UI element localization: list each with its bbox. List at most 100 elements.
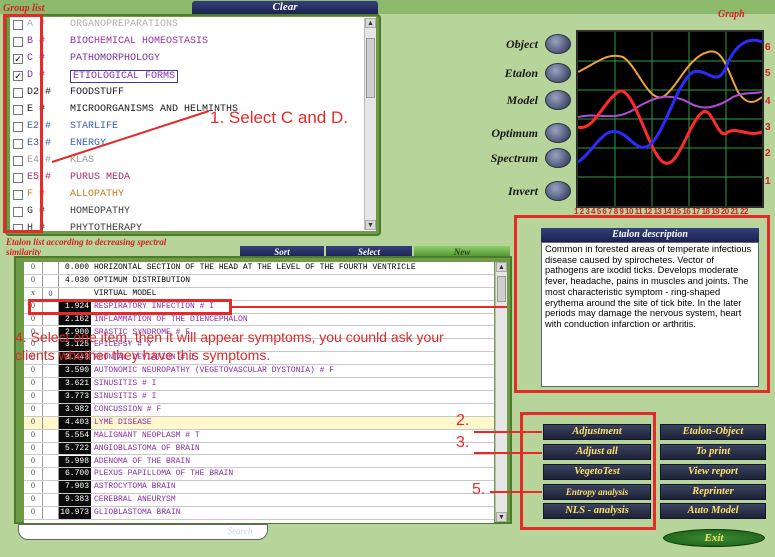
row-mark: 0: [24, 481, 43, 494]
row-mark: 0: [24, 455, 43, 468]
model-button[interactable]: [545, 90, 571, 110]
etalon-row[interactable]: 0 3.773 SINUSITIS # I: [24, 391, 494, 404]
group-list-item[interactable]: G # HOMEOPATHY: [10, 204, 370, 221]
row-value: 0.000: [64, 263, 89, 272]
row-flag: [43, 378, 59, 390]
axis-tick-r3: 4: [765, 96, 771, 107]
group-list-item[interactable]: B # BIOCHEMICAL HOMEOSTASIS: [10, 34, 370, 51]
optimum-label: Optimum: [491, 126, 538, 140]
etalon-list-scrollbar[interactable]: ▲ ▼: [495, 262, 507, 522]
etalon-row[interactable]: 0 10.973 GLIOBLASTOMA BRAIN: [24, 507, 494, 520]
group-name: ALLOPATHY: [70, 189, 125, 200]
etalon-row[interactable]: 0 5.998 ADENOMA OF THE BRAIN: [24, 455, 494, 469]
row-flag: [43, 416, 59, 429]
row-name: SINUSITIS # I: [94, 392, 157, 401]
row-mark: 0: [24, 494, 43, 507]
row-flag: 0: [43, 287, 59, 300]
etalon-button[interactable]: [545, 63, 571, 83]
group-list-scrollbar[interactable]: ▲ ▼: [364, 18, 376, 230]
scroll-down-icon[interactable]: ▼: [496, 512, 507, 522]
etalon-row[interactable]: 0 3.590 AUTONOMIC NEUROPATHY (VEGETOVASCUL…: [24, 365, 494, 379]
scroll-thumb[interactable]: [366, 38, 375, 98]
spectrum-button[interactable]: [545, 148, 571, 168]
reprinter-button[interactable]: Reprinter: [660, 484, 766, 500]
model-label: Model: [506, 93, 538, 107]
group-list-item[interactable]: H # PHYTOTHERAPY: [10, 221, 370, 231]
clear-button[interactable]: Clear: [192, 1, 378, 14]
scroll-up-icon[interactable]: ▲: [365, 18, 376, 28]
row-value: 5.998: [59, 455, 91, 468]
group-name: BIOCHEMICAL HOMEOSTASIS: [70, 36, 209, 47]
group-name: FOODSTUFF: [70, 87, 125, 98]
etalon-row[interactable]: 0 6.700 PLEXUS PAPILLOMA OF THE BRAIN: [24, 468, 494, 482]
auto-model-button[interactable]: Auto Model: [660, 503, 766, 519]
annotation-step1: 1. Select C and D.: [210, 108, 348, 127]
row-flag: [43, 455, 59, 468]
group-list-item[interactable]: ✓ C # PATHOMORPHOLOGY: [10, 51, 370, 68]
group-list-item[interactable]: D2 # FOODSTUFF: [10, 85, 370, 102]
graph-label: Graph: [718, 9, 745, 20]
optimum-button[interactable]: [545, 123, 571, 143]
row-flag: [43, 494, 59, 507]
etalon-row[interactable]: 0 5.722 ANGIOBLASTOMA OF BRAIN: [24, 442, 494, 456]
row-value: 2.162: [59, 313, 91, 326]
graph-panel: [576, 30, 764, 208]
invert-button[interactable]: [545, 181, 571, 201]
row-name: HORIZONTAL SECTION OF THE HEAD AT THE LE…: [94, 263, 416, 272]
row-flag: [43, 507, 59, 519]
row-name: VIRTUAL MODEL: [94, 288, 157, 298]
row-value: [59, 288, 91, 300]
row-flag: [43, 391, 59, 403]
row-mark: 0: [24, 313, 43, 326]
annotation-box-buttons: [520, 412, 656, 530]
etalon-row[interactable]: 0 3.621 SINUSITIS # I: [24, 378, 494, 391]
row-mark: 0: [24, 429, 43, 442]
scroll-down-icon[interactable]: ▼: [365, 220, 376, 230]
etalon-row[interactable]: 0 0.000 HORIZONTAL SECTION OF THE HEAD AT …: [24, 262, 494, 275]
etalon-row[interactable]: 0 3.982 CONCUSSION # F: [24, 403, 494, 417]
etalon-row[interactable]: 0 4.403 LYME DISEASE: [24, 416, 494, 430]
exit-button[interactable]: Exit: [663, 529, 765, 547]
group-list-item[interactable]: E4 # KLAS: [10, 153, 370, 170]
etalon-row[interactable]: 0 2.162 INFLAMMATION OF THE DIENCEPHALON: [24, 313, 494, 327]
row-value: 4.403: [59, 416, 91, 429]
group-list-item[interactable]: E5 # PURUS MEDA: [10, 170, 370, 187]
view-report-button[interactable]: View report: [660, 464, 766, 480]
scroll-up-icon[interactable]: ▲: [496, 262, 507, 272]
etalon-row[interactable]: 0 7.903 ASTROCYTOMA BRAIN: [24, 481, 494, 495]
etalon-row[interactable]: 0 5.554 MALIGNANT NEOPLASM # T: [24, 429, 494, 443]
row-value: 7.903: [59, 481, 91, 494]
etalon-row[interactable]: 0 4.030 OPTIMUM DISTRIBUTION: [24, 274, 494, 288]
etalon-row[interactable]: 0 9.383 CEREBRAL ANEURYSM: [24, 494, 494, 508]
etalon-object-button[interactable]: Etalon-Object: [660, 424, 766, 440]
group-name: PHYTOTHERAPY: [70, 223, 143, 231]
row-value: 9.383: [59, 494, 91, 507]
row-mark: 0: [24, 262, 43, 274]
group-name: STARLIFE: [70, 121, 119, 132]
group-name: ENERGY: [70, 138, 107, 149]
axis-tick-r4: 3: [765, 122, 771, 133]
group-list-item[interactable]: E3 # ENERGY: [10, 136, 370, 153]
row-flag: [43, 274, 59, 287]
axis-tick-r5: 2: [765, 148, 771, 159]
row-mark: 0: [24, 391, 43, 403]
to-print-button[interactable]: To print: [660, 444, 766, 460]
etalon-label: Etalon: [504, 66, 538, 80]
row-name: ANGIOBLASTOMA OF BRAIN: [94, 443, 200, 453]
row-value: 3.590: [59, 365, 91, 378]
group-list-item[interactable]: F # ALLOPATHY: [10, 187, 370, 204]
invert-label: Invert: [508, 184, 538, 198]
row-name: ASTROCYTOMA BRAIN: [94, 482, 176, 492]
row-mark: x: [24, 287, 43, 300]
row-value: 5.554: [59, 429, 91, 442]
row-mark: 0: [24, 403, 43, 416]
group-list-item[interactable]: A # ORGANOPREPARATIONS: [10, 17, 370, 34]
annotation-step2: 2.: [456, 412, 470, 429]
scroll-thumb[interactable]: [497, 276, 506, 302]
row-name: MALIGNANT NEOPLASM # T: [94, 430, 200, 440]
annotation-box-selected-row: [28, 299, 232, 315]
row-name: SINUSITIS # I: [94, 379, 157, 389]
row-mark: 0: [24, 365, 43, 378]
object-button[interactable]: [545, 34, 571, 54]
group-list-item[interactable]: ✓ D # ETIOLOGICAL FORMS: [10, 68, 370, 85]
